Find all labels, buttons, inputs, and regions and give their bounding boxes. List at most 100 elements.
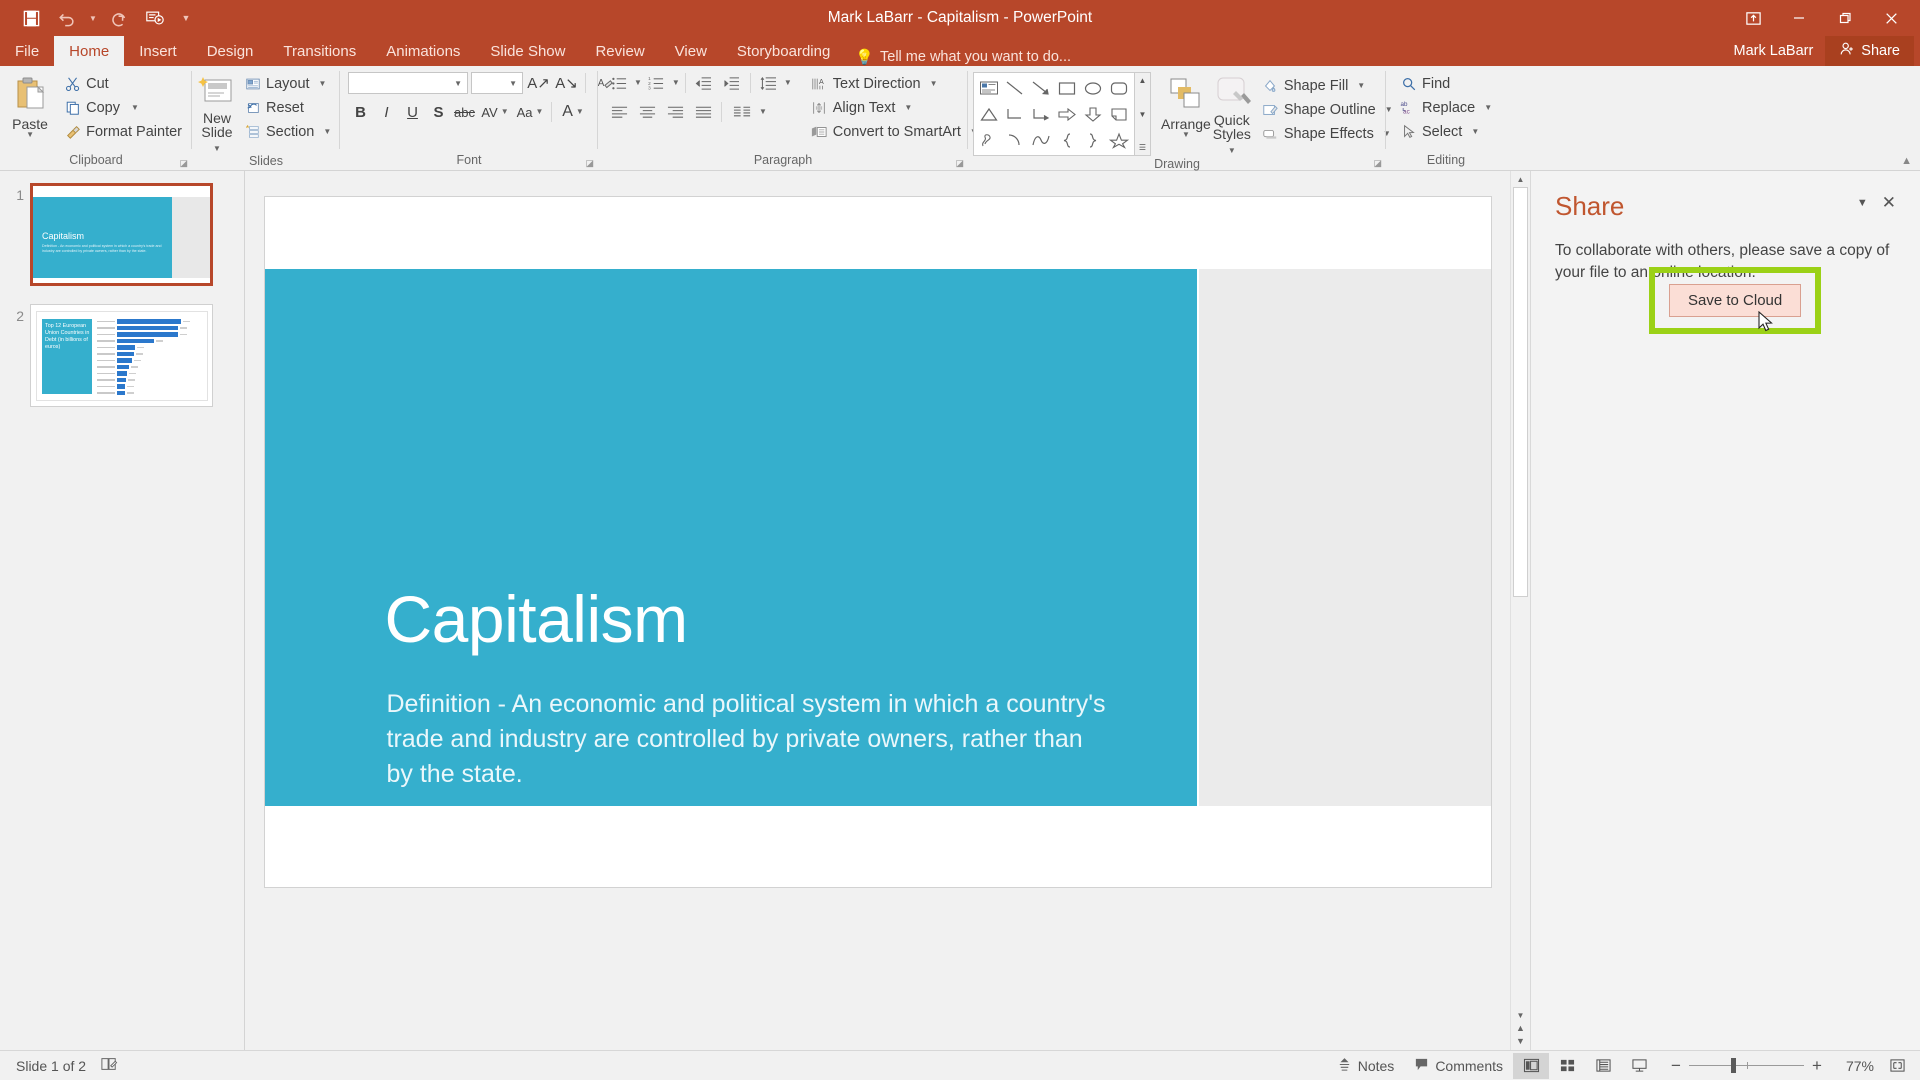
shape-folded-corner-icon[interactable] (1106, 101, 1132, 127)
paste-dropdown-icon[interactable]: ▼ (26, 131, 34, 139)
shape-arrow-icon[interactable] (1028, 75, 1054, 101)
start-presentation-icon[interactable] (138, 3, 172, 33)
find-button[interactable]: Find (1395, 72, 1497, 96)
tab-transitions[interactable]: Transitions (268, 36, 371, 66)
slide-title-placeholder[interactable]: Capitalism (385, 584, 689, 654)
font-name-dropdown-icon[interactable]: ▼ (451, 79, 465, 88)
customize-qat-icon[interactable]: ▼ (174, 3, 198, 33)
paragraph-dialog-launcher[interactable]: ◪ (955, 158, 964, 169)
quick-styles-dropdown-icon[interactable]: ▼ (1228, 146, 1236, 155)
undo-icon[interactable] (50, 3, 84, 33)
tab-insert[interactable]: Insert (124, 36, 192, 66)
decrease-indent-button[interactable] (691, 71, 717, 95)
scroll-down-icon[interactable]: ▼ (1511, 1007, 1530, 1023)
shape-rectangle-icon[interactable] (1054, 75, 1080, 101)
shape-right-brace-icon[interactable] (1080, 127, 1106, 153)
scroll-up-icon[interactable]: ▲ (1511, 171, 1530, 187)
bullets-dropdown-icon[interactable]: ▼ (634, 79, 642, 87)
slide-show-button[interactable] (1621, 1053, 1657, 1079)
shape-fill-button[interactable]: Shape Fill ▼ (1257, 74, 1398, 98)
numbering-dropdown-icon[interactable]: ▼ (672, 79, 680, 87)
select-dropdown-icon[interactable]: ▼ (1471, 128, 1479, 136)
clipboard-dialog-launcher[interactable]: ◪ (179, 158, 188, 169)
font-color-button[interactable]: A ▼ (556, 100, 590, 124)
collapse-ribbon-button[interactable]: ▲ (1901, 155, 1912, 167)
tell-me-search[interactable]: 💡 Tell me what you want to do... (845, 48, 1081, 66)
cut-button[interactable]: Cut (59, 72, 187, 96)
replace-button[interactable]: ab ac Replace ▼ (1395, 96, 1497, 120)
columns-dropdown-icon[interactable]: ▼ (759, 108, 767, 116)
tab-view[interactable]: View (660, 36, 722, 66)
shape-outline-button[interactable]: Shape Outline ▼ (1257, 98, 1398, 122)
tab-design[interactable]: Design (192, 36, 269, 66)
thumbnail-preview-1[interactable]: Capitalism Definition - An economic and … (30, 183, 213, 286)
shapes-gallery[interactable]: ▲ ▼ ☰ (973, 72, 1151, 156)
select-button[interactable]: Select ▼ (1395, 120, 1497, 144)
shapes-scroll-down-icon[interactable]: ▼ (1139, 110, 1147, 119)
align-right-button[interactable] (662, 100, 688, 124)
text-shadow-button[interactable]: S (426, 100, 451, 124)
align-text-dropdown-icon[interactable]: ▼ (904, 104, 912, 112)
zoom-slider[interactable]: − + (1657, 1056, 1836, 1076)
shape-star-icon[interactable] (1106, 127, 1132, 153)
reading-view-button[interactable] (1585, 1053, 1621, 1079)
character-spacing-button[interactable]: AV ▼ (478, 100, 512, 124)
tab-slide-show[interactable]: Slide Show (475, 36, 580, 66)
layout-button[interactable]: Layout ▼ (239, 72, 336, 96)
thumbnail-slide-1[interactable]: 1 Capitalism Definition - An economic an… (0, 183, 244, 286)
shape-elbow-connector-icon[interactable] (1002, 101, 1028, 127)
share-pane-close-icon[interactable]: ✕ (1882, 194, 1896, 211)
reset-button[interactable]: Reset (239, 96, 336, 120)
shape-triangle-icon[interactable] (976, 101, 1002, 127)
canvas-vertical-scrollbar[interactable]: ▲ ▼ ▲ ▼ (1510, 171, 1530, 1050)
shape-curve-icon[interactable] (1028, 127, 1054, 153)
save-to-cloud-button[interactable]: Save to Cloud (1669, 284, 1802, 332)
save-icon[interactable] (14, 3, 48, 33)
align-center-button[interactable] (634, 100, 660, 124)
shape-oval-icon[interactable] (1080, 75, 1106, 101)
arrange-button[interactable]: Arrange ▼ (1161, 72, 1211, 139)
comments-button[interactable]: Comments (1404, 1052, 1513, 1080)
minimize-icon[interactable] (1776, 0, 1822, 36)
zoom-slider-track[interactable] (1689, 1058, 1804, 1073)
tab-file[interactable]: File (0, 36, 55, 66)
shape-left-brace-icon[interactable] (1054, 127, 1080, 153)
shape-scribble-icon[interactable] (976, 127, 1002, 153)
increase-indent-button[interactable] (719, 71, 745, 95)
shape-elbow-arrow-connector-icon[interactable] (1028, 101, 1054, 127)
notes-button[interactable]: Notes (1327, 1052, 1405, 1080)
quick-styles-button[interactable]: Quick Styles ▼ (1211, 72, 1253, 155)
shapes-more-icon[interactable]: ☰ (1139, 143, 1146, 152)
zoom-level-label[interactable]: 77% (1836, 1058, 1882, 1074)
convert-to-smartart-button[interactable]: Convert to SmartArt ▼ (806, 120, 983, 144)
notes-page-icon[interactable] (100, 1056, 118, 1075)
account-name[interactable]: Mark LaBarr (1722, 43, 1826, 59)
ribbon-display-options-icon[interactable] (1730, 0, 1776, 36)
shape-effects-button[interactable]: Shape Effects ▼ (1257, 122, 1398, 146)
bold-button[interactable]: B (348, 100, 373, 124)
underline-button[interactable]: U (400, 100, 425, 124)
line-spacing-dropdown-icon[interactable]: ▼ (784, 79, 792, 87)
close-icon[interactable] (1868, 0, 1914, 36)
increase-font-size-button[interactable]: A↗ (526, 71, 551, 95)
next-slide-icon[interactable]: ▼ (1516, 1036, 1525, 1046)
shapes-scroll-up-icon[interactable]: ▲ (1139, 76, 1147, 85)
zoom-out-button[interactable]: − (1663, 1056, 1689, 1076)
font-dialog-launcher[interactable]: ◪ (585, 158, 594, 169)
copy-button[interactable]: Copy ▼ (59, 96, 187, 120)
shape-right-arrow-icon[interactable] (1054, 101, 1080, 127)
tab-animations[interactable]: Animations (371, 36, 475, 66)
restore-icon[interactable] (1822, 0, 1868, 36)
shape-line-icon[interactable] (1002, 75, 1028, 101)
columns-button[interactable] (727, 100, 757, 124)
section-button[interactable]: Section ▼ (239, 120, 336, 144)
share-button[interactable]: Share (1825, 36, 1914, 66)
thumbnail-preview-2[interactable]: Top 12 European Union Countries in Debt … (30, 304, 213, 407)
undo-dropdown-icon[interactable]: ▼ (86, 3, 100, 33)
strikethrough-button[interactable]: abc (452, 100, 477, 124)
change-case-button[interactable]: Aa ▼ (513, 100, 547, 124)
align-text-button[interactable]: Align Text ▼ (806, 96, 983, 120)
bullets-button[interactable] (606, 71, 632, 95)
font-size-dropdown-icon[interactable]: ▼ (506, 79, 520, 88)
shape-rounded-rectangle-icon[interactable] (1106, 75, 1132, 101)
